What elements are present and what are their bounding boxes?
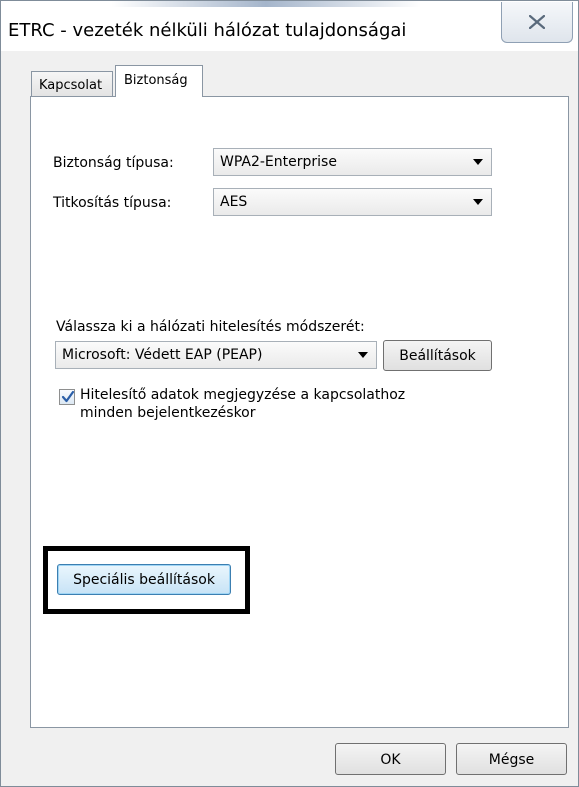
title-bar-glass-strip xyxy=(111,1,421,7)
title-bar: ETRC - vezeték nélküli hálózat tulajdons… xyxy=(1,1,578,51)
highlight-box xyxy=(43,546,250,614)
settings-button[interactable]: Beállítások xyxy=(383,340,492,371)
security-type-select[interactable]: WPA2-Enterprise xyxy=(213,148,492,176)
remember-credentials-label-line2: minden bejelentkezéskor xyxy=(80,405,256,421)
encryption-type-value: AES xyxy=(220,194,248,210)
tab-strip: Kapcsolat Biztonság xyxy=(1,61,578,101)
auth-method-value: Microsoft: Védett EAP (PEAP) xyxy=(62,347,263,363)
window-title: ETRC - vezeték nélküli hálózat tulajdons… xyxy=(8,20,407,41)
dropdown-arrow-icon xyxy=(473,159,483,165)
remember-credentials-label-line1: Hitelesítő adatok megjegyzése a kapcsola… xyxy=(80,387,406,403)
properties-dialog: ETRC - vezeték nélküli hálózat tulajdons… xyxy=(0,0,579,787)
encryption-type-label: Titkosítás típusa: xyxy=(53,195,172,211)
security-type-label: Biztonság típusa: xyxy=(53,155,174,171)
dropdown-arrow-icon xyxy=(473,199,483,205)
close-icon xyxy=(529,15,545,29)
dropdown-arrow-icon xyxy=(358,352,368,358)
ok-button[interactable]: OK xyxy=(335,743,446,775)
tab-biztonsag[interactable]: Biztonság xyxy=(115,65,203,97)
tab-kapcsolat[interactable]: Kapcsolat xyxy=(31,71,113,96)
checkmark-icon xyxy=(61,390,75,403)
cancel-button[interactable]: Mégse xyxy=(456,743,567,775)
auth-method-label: Válassza ki a hálózati hitelesítés módsz… xyxy=(56,319,365,335)
auth-method-select[interactable]: Microsoft: Védett EAP (PEAP) xyxy=(55,341,377,369)
remember-credentials-checkbox[interactable] xyxy=(59,389,75,405)
close-button[interactable] xyxy=(501,2,573,43)
encryption-type-select[interactable]: AES xyxy=(213,188,492,216)
security-type-value: WPA2-Enterprise xyxy=(220,154,337,170)
